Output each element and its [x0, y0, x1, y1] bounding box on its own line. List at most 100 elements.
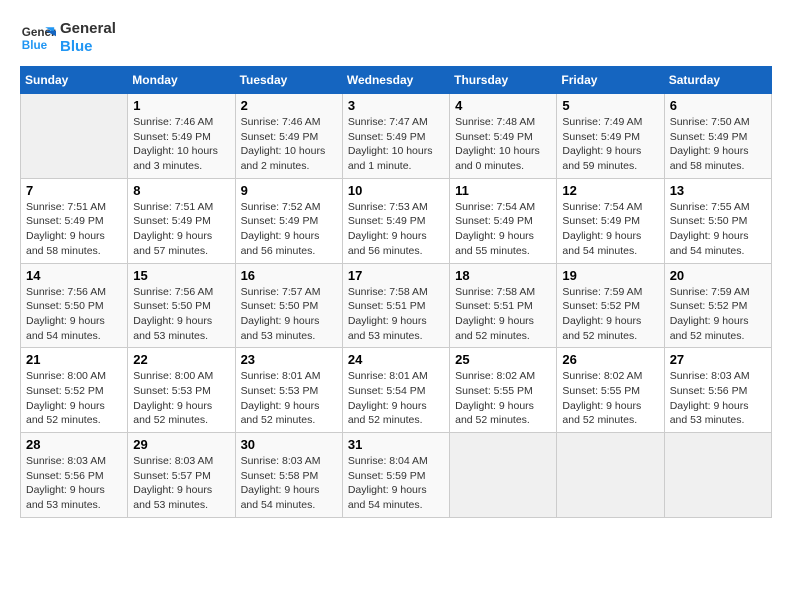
header-tuesday: Tuesday	[235, 67, 342, 94]
calendar-cell: 7 Sunrise: 7:51 AM Sunset: 5:49 PM Daylig…	[21, 178, 128, 263]
calendar-cell: 14 Sunrise: 7:56 AM Sunset: 5:50 PM Dayli…	[21, 263, 128, 348]
day-info: Sunrise: 8:01 AM Sunset: 5:53 PM Dayligh…	[241, 369, 337, 428]
calendar-cell: 11 Sunrise: 7:54 AM Sunset: 5:49 PM Dayli…	[450, 178, 557, 263]
calendar-table: SundayMondayTuesdayWednesdayThursdayFrid…	[20, 66, 772, 518]
calendar-header-row: SundayMondayTuesdayWednesdayThursdayFrid…	[21, 67, 772, 94]
logo-icon: General Blue	[20, 20, 56, 56]
day-number: 22	[133, 352, 229, 367]
day-info: Sunrise: 8:03 AM Sunset: 5:56 PM Dayligh…	[26, 454, 122, 513]
day-number: 29	[133, 437, 229, 452]
day-info: Sunrise: 7:47 AM Sunset: 5:49 PM Dayligh…	[348, 115, 444, 174]
day-info: Sunrise: 7:48 AM Sunset: 5:49 PM Dayligh…	[455, 115, 551, 174]
header-friday: Friday	[557, 67, 664, 94]
week-row-4: 21 Sunrise: 8:00 AM Sunset: 5:52 PM Dayli…	[21, 348, 772, 433]
day-info: Sunrise: 8:00 AM Sunset: 5:52 PM Dayligh…	[26, 369, 122, 428]
day-number: 27	[670, 352, 766, 367]
week-row-2: 7 Sunrise: 7:51 AM Sunset: 5:49 PM Daylig…	[21, 178, 772, 263]
day-number: 10	[348, 183, 444, 198]
calendar-cell: 2 Sunrise: 7:46 AM Sunset: 5:49 PM Daylig…	[235, 94, 342, 179]
week-row-5: 28 Sunrise: 8:03 AM Sunset: 5:56 PM Dayli…	[21, 433, 772, 518]
day-number: 16	[241, 268, 337, 283]
calendar-cell: 1 Sunrise: 7:46 AM Sunset: 5:49 PM Daylig…	[128, 94, 235, 179]
logo: General Blue General Blue	[20, 20, 116, 56]
day-info: Sunrise: 8:00 AM Sunset: 5:53 PM Dayligh…	[133, 369, 229, 428]
header-monday: Monday	[128, 67, 235, 94]
day-info: Sunrise: 8:01 AM Sunset: 5:54 PM Dayligh…	[348, 369, 444, 428]
calendar-cell: 17Sunrise: 7:58 AM Sunset: 5:51 PM Dayli…	[342, 263, 449, 348]
calendar-cell: 4 Sunrise: 7:48 AM Sunset: 5:49 PM Daylig…	[450, 94, 557, 179]
day-info: Sunrise: 7:51 AM Sunset: 5:49 PM Dayligh…	[133, 200, 229, 259]
header: General Blue General Blue	[20, 20, 772, 56]
day-number: 12	[562, 183, 658, 198]
calendar-cell: 27 Sunrise: 8:03 AM Sunset: 5:56 PM Dayli…	[664, 348, 771, 433]
day-number: 31	[348, 437, 444, 452]
day-info: Sunrise: 7:50 AM Sunset: 5:49 PM Dayligh…	[670, 115, 766, 174]
day-number: 11	[455, 183, 551, 198]
calendar-cell: 29 Sunrise: 8:03 AM Sunset: 5:57 PM Dayli…	[128, 433, 235, 518]
day-info: Sunrise: 8:03 AM Sunset: 5:58 PM Dayligh…	[241, 454, 337, 513]
day-info: Sunrise: 7:56 AM Sunset: 5:50 PM Dayligh…	[26, 285, 122, 344]
header-saturday: Saturday	[664, 67, 771, 94]
day-info: Sunrise: 7:57 AM Sunset: 5:50 PM Dayligh…	[241, 285, 337, 344]
day-number: 19	[562, 268, 658, 283]
day-number: 14	[26, 268, 122, 283]
day-number: 5	[562, 98, 658, 113]
day-info: Sunrise: 7:59 AM Sunset: 5:52 PM Dayligh…	[562, 285, 658, 344]
calendar-cell: 24Sunrise: 8:01 AM Sunset: 5:54 PM Dayli…	[342, 348, 449, 433]
day-info: Sunrise: 7:54 AM Sunset: 5:49 PM Dayligh…	[455, 200, 551, 259]
calendar-cell: 9Sunrise: 7:52 AM Sunset: 5:49 PM Daylig…	[235, 178, 342, 263]
day-info: Sunrise: 7:56 AM Sunset: 5:50 PM Dayligh…	[133, 285, 229, 344]
calendar-cell: 30 Sunrise: 8:03 AM Sunset: 5:58 PM Dayli…	[235, 433, 342, 518]
calendar-cell: 8 Sunrise: 7:51 AM Sunset: 5:49 PM Daylig…	[128, 178, 235, 263]
day-number: 13	[670, 183, 766, 198]
calendar-cell: 10 Sunrise: 7:53 AM Sunset: 5:49 PM Dayli…	[342, 178, 449, 263]
day-number: 4	[455, 98, 551, 113]
calendar-cell	[450, 433, 557, 518]
calendar-cell: 16 Sunrise: 7:57 AM Sunset: 5:50 PM Dayli…	[235, 263, 342, 348]
calendar-cell: 20 Sunrise: 7:59 AM Sunset: 5:52 PM Dayli…	[664, 263, 771, 348]
day-info: Sunrise: 7:46 AM Sunset: 5:49 PM Dayligh…	[241, 115, 337, 174]
day-number: 28	[26, 437, 122, 452]
day-number: 2	[241, 98, 337, 113]
day-info: Sunrise: 8:02 AM Sunset: 5:55 PM Dayligh…	[562, 369, 658, 428]
logo-line1: General	[60, 20, 116, 38]
day-number: 15	[133, 268, 229, 283]
calendar-cell: 21 Sunrise: 8:00 AM Sunset: 5:52 PM Dayli…	[21, 348, 128, 433]
week-row-1: 1 Sunrise: 7:46 AM Sunset: 5:49 PM Daylig…	[21, 94, 772, 179]
day-info: Sunrise: 8:03 AM Sunset: 5:56 PM Dayligh…	[670, 369, 766, 428]
calendar-cell: 25 Sunrise: 8:02 AM Sunset: 5:55 PM Dayli…	[450, 348, 557, 433]
day-info: Sunrise: 8:02 AM Sunset: 5:55 PM Dayligh…	[455, 369, 551, 428]
header-sunday: Sunday	[21, 67, 128, 94]
day-number: 30	[241, 437, 337, 452]
calendar-cell: 12 Sunrise: 7:54 AM Sunset: 5:49 PM Dayli…	[557, 178, 664, 263]
day-info: Sunrise: 7:46 AM Sunset: 5:49 PM Dayligh…	[133, 115, 229, 174]
calendar-cell	[664, 433, 771, 518]
day-number: 8	[133, 183, 229, 198]
day-info: Sunrise: 7:53 AM Sunset: 5:49 PM Dayligh…	[348, 200, 444, 259]
day-number: 9	[241, 183, 337, 198]
day-number: 1	[133, 98, 229, 113]
day-info: Sunrise: 7:59 AM Sunset: 5:52 PM Dayligh…	[670, 285, 766, 344]
calendar-cell: 6Sunrise: 7:50 AM Sunset: 5:49 PM Daylig…	[664, 94, 771, 179]
calendar-cell: 15 Sunrise: 7:56 AM Sunset: 5:50 PM Dayli…	[128, 263, 235, 348]
day-number: 21	[26, 352, 122, 367]
calendar-cell: 28 Sunrise: 8:03 AM Sunset: 5:56 PM Dayli…	[21, 433, 128, 518]
day-number: 20	[670, 268, 766, 283]
calendar-cell: 13 Sunrise: 7:55 AM Sunset: 5:50 PM Dayli…	[664, 178, 771, 263]
day-number: 18	[455, 268, 551, 283]
calendar-cell: 23Sunrise: 8:01 AM Sunset: 5:53 PM Dayli…	[235, 348, 342, 433]
day-info: Sunrise: 8:03 AM Sunset: 5:57 PM Dayligh…	[133, 454, 229, 513]
calendar-cell: 19 Sunrise: 7:59 AM Sunset: 5:52 PM Dayli…	[557, 263, 664, 348]
week-row-3: 14 Sunrise: 7:56 AM Sunset: 5:50 PM Dayli…	[21, 263, 772, 348]
day-number: 7	[26, 183, 122, 198]
calendar-cell: 26Sunrise: 8:02 AM Sunset: 5:55 PM Dayli…	[557, 348, 664, 433]
header-thursday: Thursday	[450, 67, 557, 94]
day-number: 25	[455, 352, 551, 367]
calendar-cell: 3Sunrise: 7:47 AM Sunset: 5:49 PM Daylig…	[342, 94, 449, 179]
day-info: Sunrise: 7:54 AM Sunset: 5:49 PM Dayligh…	[562, 200, 658, 259]
header-wednesday: Wednesday	[342, 67, 449, 94]
logo-line2: Blue	[60, 38, 116, 56]
day-info: Sunrise: 7:55 AM Sunset: 5:50 PM Dayligh…	[670, 200, 766, 259]
day-info: Sunrise: 7:49 AM Sunset: 5:49 PM Dayligh…	[562, 115, 658, 174]
day-info: Sunrise: 7:51 AM Sunset: 5:49 PM Dayligh…	[26, 200, 122, 259]
